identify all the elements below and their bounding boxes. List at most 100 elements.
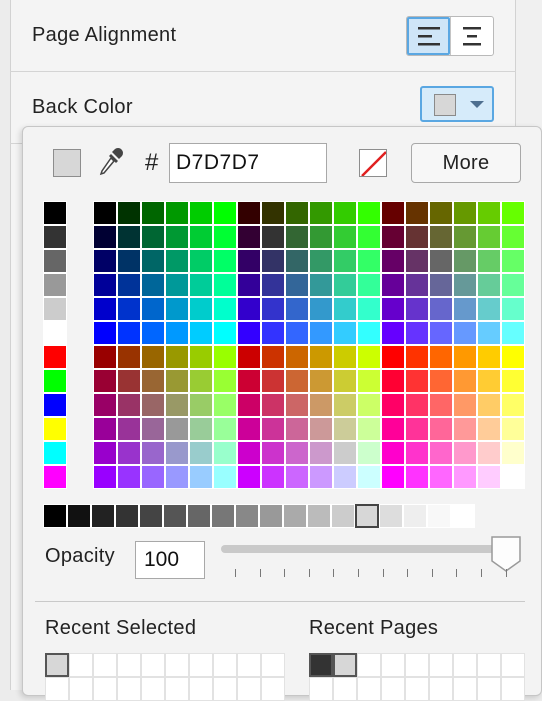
palette-color-swatch[interactable] bbox=[357, 393, 381, 417]
palette-color-swatch[interactable] bbox=[165, 201, 189, 225]
palette-color-swatch[interactable] bbox=[189, 393, 213, 417]
palette-color-swatch[interactable] bbox=[285, 393, 309, 417]
gray-ramp-swatch[interactable] bbox=[283, 504, 307, 528]
recent-color-swatch[interactable] bbox=[117, 653, 141, 677]
palette-color-swatch[interactable] bbox=[141, 273, 165, 297]
palette-color-swatch[interactable] bbox=[165, 441, 189, 465]
palette-color-swatch[interactable] bbox=[477, 345, 501, 369]
recent-color-swatch[interactable] bbox=[405, 653, 429, 677]
palette-color-swatch[interactable] bbox=[333, 393, 357, 417]
palette-color-swatch[interactable] bbox=[453, 249, 477, 273]
palette-color-swatch[interactable] bbox=[429, 345, 453, 369]
basic-color-swatch[interactable] bbox=[43, 369, 67, 393]
palette-color-swatch[interactable] bbox=[189, 321, 213, 345]
gray-ramp-swatch[interactable] bbox=[139, 504, 163, 528]
palette-color-swatch[interactable] bbox=[381, 321, 405, 345]
recent-color-swatch[interactable] bbox=[261, 653, 285, 677]
palette-color-swatch[interactable] bbox=[165, 369, 189, 393]
palette-color-swatch[interactable] bbox=[429, 225, 453, 249]
palette-color-swatch[interactable] bbox=[309, 441, 333, 465]
palette-color-swatch[interactable] bbox=[261, 393, 285, 417]
palette-color-swatch[interactable] bbox=[501, 393, 525, 417]
palette-color-swatch[interactable] bbox=[141, 225, 165, 249]
hex-color-input[interactable] bbox=[169, 143, 327, 183]
palette-color-swatch[interactable] bbox=[309, 393, 333, 417]
palette-color-swatch[interactable] bbox=[261, 201, 285, 225]
palette-color-swatch[interactable] bbox=[357, 201, 381, 225]
palette-color-swatch[interactable] bbox=[501, 369, 525, 393]
palette-color-swatch[interactable] bbox=[285, 369, 309, 393]
palette-color-swatch[interactable] bbox=[261, 465, 285, 489]
palette-color-swatch[interactable] bbox=[309, 249, 333, 273]
palette-color-swatch[interactable] bbox=[93, 417, 117, 441]
palette-color-swatch[interactable] bbox=[333, 465, 357, 489]
palette-color-swatch[interactable] bbox=[405, 201, 429, 225]
palette-color-swatch[interactable] bbox=[165, 321, 189, 345]
palette-color-swatch[interactable] bbox=[501, 225, 525, 249]
recent-color-swatch[interactable] bbox=[141, 653, 165, 677]
palette-color-swatch[interactable] bbox=[357, 417, 381, 441]
palette-color-swatch[interactable] bbox=[333, 273, 357, 297]
palette-color-swatch[interactable] bbox=[381, 369, 405, 393]
palette-color-swatch[interactable] bbox=[117, 297, 141, 321]
palette-color-swatch[interactable] bbox=[333, 441, 357, 465]
palette-color-swatch[interactable] bbox=[501, 273, 525, 297]
palette-color-swatch[interactable] bbox=[453, 441, 477, 465]
palette-color-swatch[interactable] bbox=[501, 345, 525, 369]
gray-ramp-swatch[interactable] bbox=[259, 504, 283, 528]
palette-color-swatch[interactable] bbox=[141, 321, 165, 345]
palette-color-swatch[interactable] bbox=[501, 201, 525, 225]
palette-color-swatch[interactable] bbox=[429, 417, 453, 441]
palette-color-swatch[interactable] bbox=[189, 465, 213, 489]
palette-color-swatch[interactable] bbox=[501, 321, 525, 345]
palette-color-swatch[interactable] bbox=[309, 201, 333, 225]
palette-color-swatch[interactable] bbox=[405, 249, 429, 273]
basic-color-swatch[interactable] bbox=[43, 321, 67, 345]
palette-color-swatch[interactable] bbox=[357, 369, 381, 393]
recent-color-swatch[interactable] bbox=[165, 677, 189, 701]
gray-ramp-swatch[interactable] bbox=[115, 504, 139, 528]
palette-color-swatch[interactable] bbox=[165, 345, 189, 369]
recent-color-swatch[interactable] bbox=[261, 677, 285, 701]
palette-color-swatch[interactable] bbox=[477, 273, 501, 297]
palette-color-swatch[interactable] bbox=[93, 393, 117, 417]
palette-color-swatch[interactable] bbox=[213, 297, 237, 321]
opacity-slider-track[interactable] bbox=[221, 545, 509, 553]
palette-color-swatch[interactable] bbox=[261, 249, 285, 273]
palette-color-swatch[interactable] bbox=[381, 201, 405, 225]
palette-color-swatch[interactable] bbox=[261, 297, 285, 321]
palette-color-swatch[interactable] bbox=[453, 201, 477, 225]
palette-color-swatch[interactable] bbox=[477, 417, 501, 441]
palette-color-swatch[interactable] bbox=[261, 369, 285, 393]
basic-color-swatch[interactable] bbox=[43, 393, 67, 417]
recent-color-swatch[interactable] bbox=[357, 653, 381, 677]
palette-color-swatch[interactable] bbox=[213, 441, 237, 465]
palette-color-swatch[interactable] bbox=[237, 441, 261, 465]
recent-color-swatch[interactable] bbox=[381, 653, 405, 677]
palette-color-swatch[interactable] bbox=[93, 249, 117, 273]
palette-color-swatch[interactable] bbox=[285, 441, 309, 465]
palette-color-swatch[interactable] bbox=[141, 441, 165, 465]
palette-color-swatch[interactable] bbox=[357, 441, 381, 465]
palette-color-swatch[interactable] bbox=[429, 465, 453, 489]
palette-color-swatch[interactable] bbox=[117, 345, 141, 369]
palette-color-swatch[interactable] bbox=[405, 225, 429, 249]
basic-color-swatch[interactable] bbox=[43, 297, 67, 321]
palette-color-swatch[interactable] bbox=[357, 345, 381, 369]
basic-color-swatch[interactable] bbox=[43, 417, 67, 441]
gray-ramp-swatch[interactable] bbox=[379, 504, 403, 528]
no-color-button[interactable] bbox=[359, 149, 387, 177]
palette-color-swatch[interactable] bbox=[189, 225, 213, 249]
recent-color-swatch[interactable] bbox=[477, 653, 501, 677]
recent-color-swatch[interactable] bbox=[69, 653, 93, 677]
palette-color-swatch[interactable] bbox=[477, 393, 501, 417]
palette-color-swatch[interactable] bbox=[501, 417, 525, 441]
palette-color-swatch[interactable] bbox=[405, 321, 429, 345]
palette-color-swatch[interactable] bbox=[477, 465, 501, 489]
palette-color-swatch[interactable] bbox=[237, 225, 261, 249]
gray-ramp-swatch[interactable] bbox=[235, 504, 259, 528]
palette-color-swatch[interactable] bbox=[477, 297, 501, 321]
recent-color-swatch[interactable] bbox=[381, 677, 405, 701]
palette-color-swatch[interactable] bbox=[237, 297, 261, 321]
palette-color-swatch[interactable] bbox=[117, 417, 141, 441]
